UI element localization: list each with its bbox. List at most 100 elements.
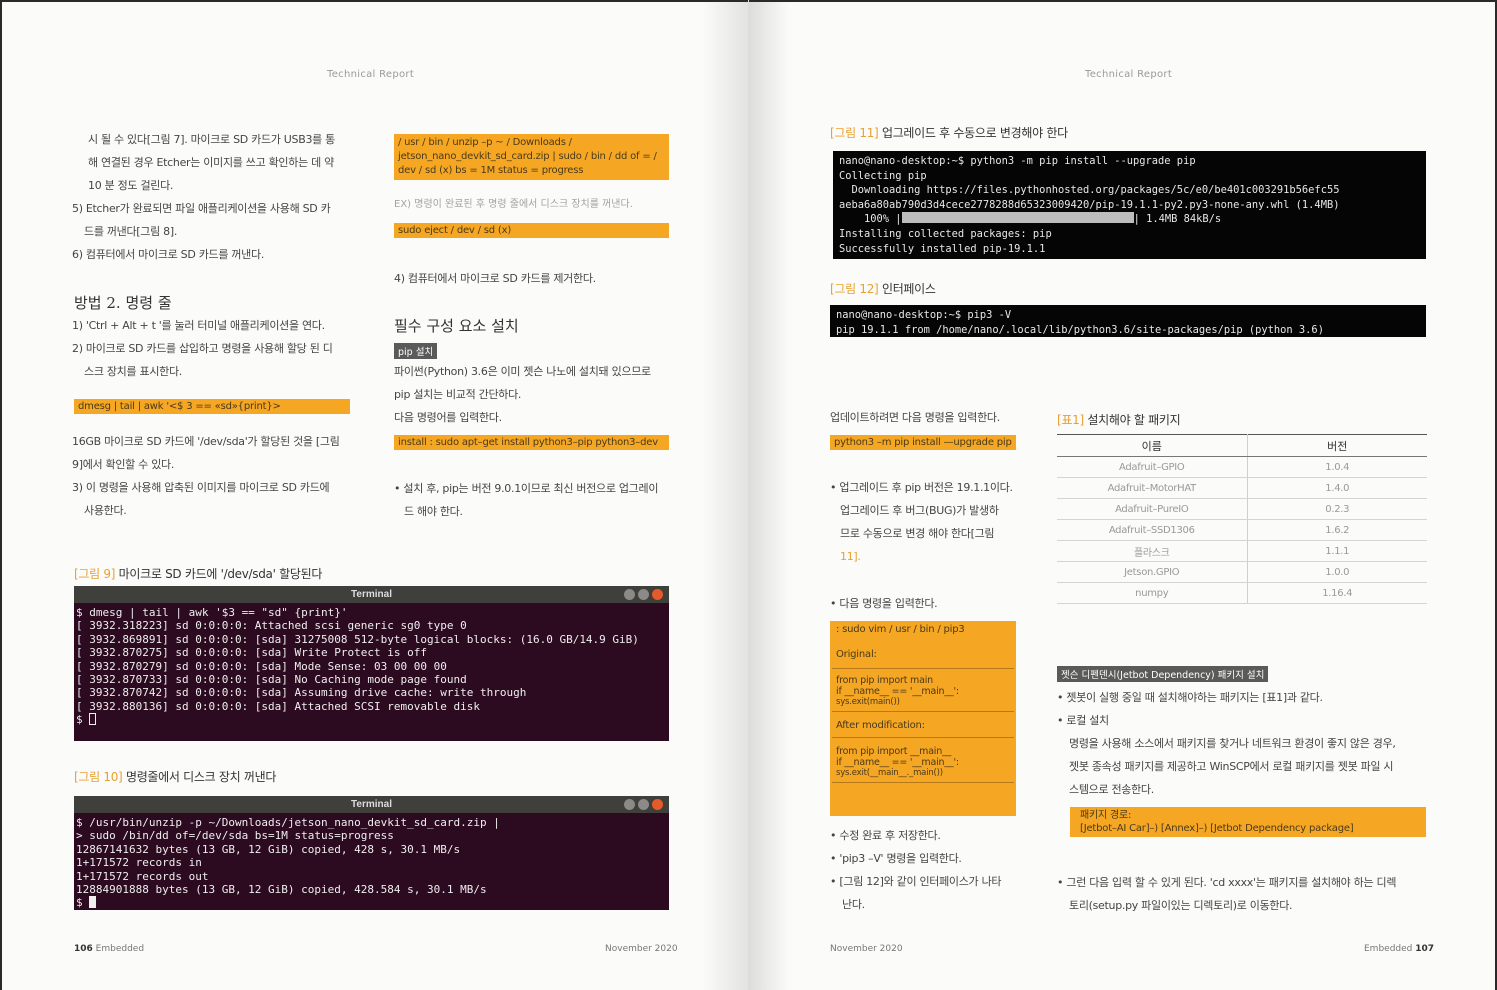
intro-text: 시 될 수 있다[그림 7]. 마이크로 SD 카드가 USB3를 통 해 연결…	[72, 128, 362, 266]
terminal-progress-line: 100% | | 1.4MB 84kB/s	[839, 212, 1222, 226]
text-line: 드를 꺼낸다[그림 8].	[84, 225, 178, 238]
table-cell: 1.1.1	[1247, 540, 1427, 562]
box-row: : sudo vim / usr / bin / pip3	[836, 624, 965, 635]
table-cell: 1.0.0	[1247, 561, 1427, 583]
terminal-line: $ dmesg | tail | awk '$3 == "sd" {print}…	[76, 606, 348, 619]
close-icon	[652, 799, 663, 810]
text-line: 드 해야 한다.	[404, 505, 463, 518]
after-box-text: • 수정 완료 후 저장한다. • 'pip3 –V' 명령을 입력한다. • …	[830, 824, 1020, 916]
table-cell: 플라스크	[1057, 540, 1248, 562]
dmesg-command: dmesg | tail | awk '<$ 3 == «sd»{print}>	[74, 399, 350, 414]
box-row: if __name__ == '__main__':	[836, 686, 959, 697]
after-dmesg-text: 16GB 마이크로 SD 카드에 '/dev/sda'가 할당된 것을 [그림 …	[72, 430, 362, 522]
unzip-command: / usr / bin / unzip –p ~ / Downloads / j…	[394, 134, 669, 180]
fig11-terminal: nano@nano-desktop:~$ python3 -m pip inst…	[833, 151, 1426, 259]
table1-label: [표1]	[1057, 413, 1084, 427]
box-row: Original:	[836, 649, 877, 660]
column-header: 버전	[1247, 434, 1427, 457]
fig9-title: 마이크로 SD 카드에 '/dev/sda' 할당된다	[115, 567, 323, 581]
box-row: sys.exit(main())	[836, 697, 900, 707]
table-row: numpy 1.16.4	[1057, 582, 1427, 604]
update-intro: 업데이트하려면 다음 명령을 입력한다.	[830, 411, 1000, 424]
table-row: Jetson.GPIO 1.0.0	[1057, 561, 1427, 583]
text-line: 6) 컴퓨터에서 마이크로 SD 카드를 꺼낸다.	[72, 248, 265, 261]
remove-line: 4) 컴퓨터에서 마이크로 SD 카드를 제거한다.	[394, 272, 596, 285]
dependency-text: • 젯봇이 실행 중일 때 설치해야하는 패키지는 [표1]과 같다. • 로컬…	[1057, 686, 1432, 801]
text-line: 다음 명령어를 입력한다.	[394, 411, 502, 424]
fig12-caption: [그림 12] 인터페이스	[830, 280, 936, 297]
fig12-terminal: nano@nano-desktop:~$ pip3 -V pip 19.1.1 f…	[830, 305, 1426, 337]
after-install-text: • 설치 후, pip는 버전 9.0.1이므로 최신 버전으로 업그레이 드 …	[394, 477, 674, 523]
pip-badge: pip 설치	[394, 343, 438, 359]
maximize-icon	[638, 589, 649, 600]
page-number: 106	[74, 944, 93, 954]
table-row: Adafruit–PureIO 0.2.3	[1057, 498, 1427, 520]
fig11-caption: [그림 11] 업그레이드 후 수동으로 변경해야 한다	[830, 124, 1068, 141]
final-text: • 그런 다음 입력 할 수 있게 된다. 'cd xxxx'는 패키지를 설치…	[1057, 871, 1432, 917]
box-row: from pip import main	[836, 675, 933, 686]
terminal-line: Successfully installed pip-19.1.1	[839, 242, 1046, 255]
terminal-line: Installing collected packages: pip	[839, 227, 1052, 240]
text-line: 젯봇 종속성 패키지를 제공하고 WinSCP에서 로컬 패키지를 젯봇 파일 …	[1069, 760, 1394, 773]
text-line: • 수정 완료 후 저장한다.	[830, 829, 941, 842]
table1-caption: [표1] 설치해야 할 패키지	[1057, 411, 1181, 428]
box-row: After modification:	[836, 720, 925, 731]
box-row: from pip import __main__	[836, 746, 952, 757]
text-line: 3) 이 명령을 사용해 압축된 이미지를 마이크로 SD 카드에	[72, 481, 330, 494]
box-row: sys.exit(__main__._main())	[836, 768, 943, 778]
left-page: Technical Report 시 될 수 있다[그림 7]. 마이크로 SD…	[0, 0, 748, 990]
terminal-titlebar: Terminal	[74, 796, 669, 813]
page-footer-left: 106 Embedded	[74, 944, 145, 954]
text-line: 5) Etcher가 완료되면 파일 애플리케이션을 사용해 SD 카	[72, 202, 331, 215]
package-path-box: 패키지 경로: [Jetbot–AI Car]–) [Annex]–) [Jet…	[1070, 807, 1426, 837]
bullet2-text: • 다음 명령을 입력한다.	[830, 597, 938, 610]
table-row: Adafruit–MotorHAT 1.4.0	[1057, 477, 1427, 499]
text-line: 1) 'Ctrl + Alt + t '를 눌러 터미널 애플리케이션을 연다.	[72, 319, 325, 332]
text-line: 10 분 정도 걸린다.	[88, 179, 174, 192]
terminal-line: [ 3932.870275] sd 0:0:0:0: [sda] Write P…	[76, 646, 427, 660]
terminal-line: Downloading https://files.pythonhosted.o…	[839, 184, 1340, 197]
maximize-icon	[638, 799, 649, 810]
terminal-line: [ 3932.870742] sd 0:0:0:0: [sda] Assumin…	[76, 686, 527, 700]
fig11-label: [그림 11]	[830, 126, 879, 140]
upgrade-command: python3 –m pip install —upgrade pip	[830, 435, 1016, 450]
text-line: • 'pip3 –V' 명령을 입력한다.	[830, 852, 962, 865]
method2-text: 1) 'Ctrl + Alt + t '를 눌러 터미널 애플리케이션을 연다.…	[72, 314, 362, 383]
table-header-row: 이름 버전	[1057, 434, 1427, 457]
page-footer-right: Embedded 107	[1364, 944, 1435, 954]
terminal-line: 12867141632 bytes (13 GB, 12 GiB) copied…	[76, 842, 461, 856]
terminal-prompt: $	[76, 896, 90, 910]
method2-title: 방법 2. 명령 줄	[74, 294, 172, 312]
terminal-line: [ 3932.318223] sd 0:0:0:0: Attached scsi…	[76, 619, 467, 633]
table-cell: 1.6.2	[1247, 519, 1427, 541]
fig12-label: [그림 12]	[830, 282, 879, 296]
fig9-label: [그림 9]	[74, 567, 116, 581]
fig10-title: 명령줄에서 디스크 장치 꺼낸다	[122, 770, 277, 784]
terminal-line: 12884901888 bytes (13 GB, 12 GiB) copied…	[76, 883, 487, 897]
fig11-title: 업그레이드 후 수동으로 변경해야 한다	[878, 126, 1068, 140]
terminal-line: [ 3932.870279] sd 0:0:0:0: [sda] Mode Se…	[76, 659, 447, 673]
text-line: 사용한다.	[84, 504, 127, 517]
table-cell: Adafruit–PureIO	[1057, 498, 1248, 520]
terminal-line: pip 19.1.1 from /home/nano/.local/lib/py…	[836, 323, 1324, 336]
terminal-line: [ 3932.869891] sd 0:0:0:0: [sda] 3127500…	[76, 632, 639, 646]
fig10-caption: [그림 10] 명령줄에서 디스크 장치 꺼낸다	[74, 768, 276, 785]
terminal-cursor	[89, 896, 97, 909]
text-line: • 로컬 설치	[1057, 714, 1109, 727]
table-cell: Adafruit–SSD1306	[1057, 519, 1248, 541]
terminal-line: aeba6a80ab790d3d4cece2778288d65323009420…	[839, 198, 1340, 211]
terminal-line: nano@nano-desktop:~$ pip3 -V	[836, 309, 1012, 321]
eject-command: sudo eject / dev / sd (x)	[394, 223, 669, 238]
fig12-title: 인터페이스	[878, 282, 936, 296]
section-title: 필수 구성 요소 설치	[394, 317, 519, 335]
page-header: Technical Report	[1085, 69, 1173, 80]
ex-note: EX) 명령이 완료된 후 명령 줄에서 디스크 장치를 꺼낸다.	[394, 199, 633, 210]
table-cell: Jetson.GPIO	[1057, 561, 1248, 583]
text-line: 스템으로 전송한다.	[1069, 783, 1154, 796]
table-cell: numpy	[1057, 582, 1248, 604]
table-row: Adafruit–SSD1306 1.6.2	[1057, 519, 1427, 541]
table-cell: Adafruit–MotorHAT	[1057, 477, 1248, 499]
table-row: Adafruit–GPIO 1.0.4	[1057, 456, 1427, 478]
package-table: 이름 버전 Adafruit–GPIO 1.0.4 Adafruit–MotorH…	[1057, 434, 1427, 604]
fig10-label: [그림 10]	[74, 770, 123, 784]
